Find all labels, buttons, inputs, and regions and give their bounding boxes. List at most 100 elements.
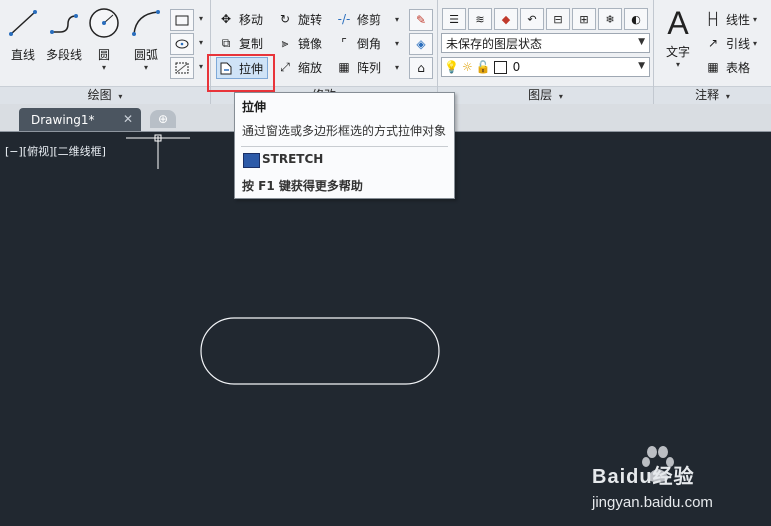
layer-panel: ☰ ≋ ◆ ↶ ⊟ ⊞ ❄ ◐ 未保存的图层状态 ▼ 💡 ☼ 🔓 0 ▼ 图层 … <box>438 0 654 104</box>
ribbon: 直线 多段线 圆 ▾ 圆弧 ▾ ▾ ▾ ▾ 绘图 ▾ ✥ 移动 ↻ 旋转 -/-… <box>0 0 771 105</box>
table-label: 表格 <box>726 60 751 75</box>
layer-properties-button[interactable]: ☰ <box>442 8 466 30</box>
text-dropdown-arrow[interactable]: ▾ <box>660 60 696 69</box>
layer-panel-title: 图层 <box>528 88 553 102</box>
line-label: 直线 <box>10 48 35 62</box>
table-tool[interactable]: ▦ 表格 <box>704 57 750 77</box>
layer-off-button[interactable]: ◐ <box>624 8 648 30</box>
layer-panel-expand-icon: ▾ <box>558 92 563 101</box>
stretch-tooltip: 拉伸 通过窗选或多边形框选的方式拉伸对象 STRETCH 按 F1 键获得更多帮… <box>234 92 455 199</box>
rotate-icon: ↻ <box>279 12 291 26</box>
layer-dropdown[interactable]: 💡 ☼ 🔓 0 ▼ <box>441 57 650 77</box>
new-tab-button[interactable]: ⊕ <box>150 110 176 128</box>
line-icon <box>9 10 37 36</box>
tooltip-title: 拉伸 <box>242 100 267 114</box>
layer-color-swatch <box>493 60 507 74</box>
trim-icon: -/- <box>337 12 351 26</box>
fillet-tool[interactable]: ⌜ 倒角 ▾ <box>335 33 399 53</box>
ellipse-button[interactable] <box>170 33 194 55</box>
hatch-dropdown-arrow[interactable]: ▾ <box>199 62 203 71</box>
layer-stack-icon: ≋ <box>475 12 485 26</box>
arc-button[interactable]: 圆弧 ▾ <box>128 6 164 72</box>
draw-panel-footer[interactable]: 绘图 ▾ <box>0 86 210 104</box>
hatch-icon <box>175 62 189 74</box>
close-icon[interactable]: ✕ <box>123 112 133 126</box>
rectangle-dropdown-arrow[interactable]: ▾ <box>199 14 203 23</box>
circle-label: 圆 <box>97 48 110 62</box>
mirror-label: 镜像 <box>298 36 323 51</box>
current-layer-name: 0 <box>512 60 521 74</box>
mirror-tool[interactable]: ⫸ 镜像 <box>276 33 322 53</box>
trim-tool[interactable]: -/- 修剪 ▾ <box>335 9 399 29</box>
tooltip-command: STRETCH <box>262 152 324 166</box>
layer-off-icon: ◐ <box>631 12 641 26</box>
leader-dropdown-arrow[interactable]: ▾ <box>753 39 757 48</box>
tooltip-divider <box>241 146 448 147</box>
array-tool[interactable]: ▦ 阵列 ▾ <box>335 57 399 77</box>
annotation-panel-title: 注释 <box>695 88 720 102</box>
leader-tool[interactable]: ↗ 引线 ▾ <box>704 33 757 53</box>
draw-panel-title: 绘图 <box>87 88 112 102</box>
rotate-tool[interactable]: ↻ 旋转 <box>276 9 322 29</box>
layer-isolate-button[interactable]: ⊟ <box>546 8 570 30</box>
layer-properties-icon: ☰ <box>449 12 459 26</box>
polyline-button[interactable]: 多段线 <box>44 6 84 63</box>
layer-unisolate-button[interactable]: ⊞ <box>572 8 596 30</box>
copy-label: 复制 <box>239 36 264 51</box>
circle-icon <box>89 8 119 38</box>
layer-state-value: 未保存的图层状态 <box>446 36 543 51</box>
linear-dimension-tool[interactable]: ├┤ 线性 ▾ <box>704 9 757 29</box>
layer-stack-button[interactable]: ≋ <box>468 8 492 30</box>
fillet-icon: ⌜ <box>341 36 347 50</box>
tab-drawing1[interactable]: Drawing1* ✕ <box>19 108 141 131</box>
rectangle-button[interactable] <box>170 9 194 31</box>
text-button[interactable]: A 文字 ▾ <box>660 6 696 69</box>
layer-match-icon: ◆ <box>501 12 511 26</box>
explode-icon: ◈ <box>416 37 426 51</box>
baidu-watermark: Baidu经验 jingyan.baidu.com <box>590 440 766 520</box>
viewport-label[interactable]: [−][俯视][二维线框] <box>5 143 106 159</box>
fillet-label: 倒角 <box>357 36 382 51</box>
leader-label: 引线 <box>726 36 751 51</box>
line-button[interactable]: 直线 <box>5 6 41 63</box>
copy-tool[interactable]: ⧉ 复制 <box>217 33 263 53</box>
layer-state-dropdown[interactable]: 未保存的图层状态 ▼ <box>441 33 650 53</box>
circle-dropdown-arrow[interactable]: ▾ <box>86 63 122 72</box>
layer-chevron-icon: ▼ <box>638 61 645 71</box>
text-icon: A <box>667 5 689 41</box>
layer-match-button[interactable]: ◆ <box>494 8 518 30</box>
layer-freeze-button[interactable]: ❄ <box>598 8 622 30</box>
layer-panel-footer[interactable]: 图层 ▾ <box>438 86 653 104</box>
polyline-label: 多段线 <box>45 48 82 62</box>
explode-button[interactable]: ◈ <box>409 33 433 55</box>
layer-previous-icon: ↶ <box>527 12 537 26</box>
plus-icon: ⊕ <box>157 112 169 126</box>
slot-shape[interactable] <box>200 317 440 385</box>
arc-label: 圆弧 <box>133 48 158 62</box>
array-dropdown-arrow[interactable]: ▾ <box>395 63 399 72</box>
circle-button[interactable]: 圆 ▾ <box>86 6 122 72</box>
array-label: 阵列 <box>357 60 382 75</box>
offset-icon: ⌂ <box>417 61 425 75</box>
move-icon: ✥ <box>220 12 232 26</box>
ellipse-dropdown-arrow[interactable]: ▾ <box>199 38 203 47</box>
hatch-button[interactable] <box>170 57 194 79</box>
trim-dropdown-arrow[interactable]: ▾ <box>395 15 399 24</box>
draw-panel-expand-icon: ▾ <box>118 92 123 101</box>
tab-drawing1-label: Drawing1* <box>31 112 95 127</box>
annotation-panel-footer[interactable]: 注释 ▾ <box>654 86 771 104</box>
rectangle-icon <box>175 15 189 26</box>
layer-isolate-icon: ⊟ <box>553 12 563 26</box>
layer-previous-button[interactable]: ↶ <box>520 8 544 30</box>
mirror-icon: ⫸ <box>281 35 289 50</box>
tooltip-description: 通过窗选或多边形框选的方式拉伸对象 <box>242 124 447 138</box>
table-icon: ▦ <box>707 60 719 74</box>
annotation-panel: A 文字 ▾ ├┤ 线性 ▾ ↗ 引线 ▾ ▦ 表格 注释 ▾ <box>654 0 771 104</box>
offset-button[interactable]: ⌂ <box>409 57 433 79</box>
scale-tool[interactable]: ⤢ 缩放 <box>276 57 322 77</box>
move-tool[interactable]: ✥ 移动 <box>217 9 263 29</box>
erase-button[interactable]: ✎ <box>409 9 433 31</box>
arc-dropdown-arrow[interactable]: ▾ <box>128 63 164 72</box>
fillet-dropdown-arrow[interactable]: ▾ <box>395 39 399 48</box>
linear-dropdown-arrow[interactable]: ▾ <box>753 15 757 24</box>
